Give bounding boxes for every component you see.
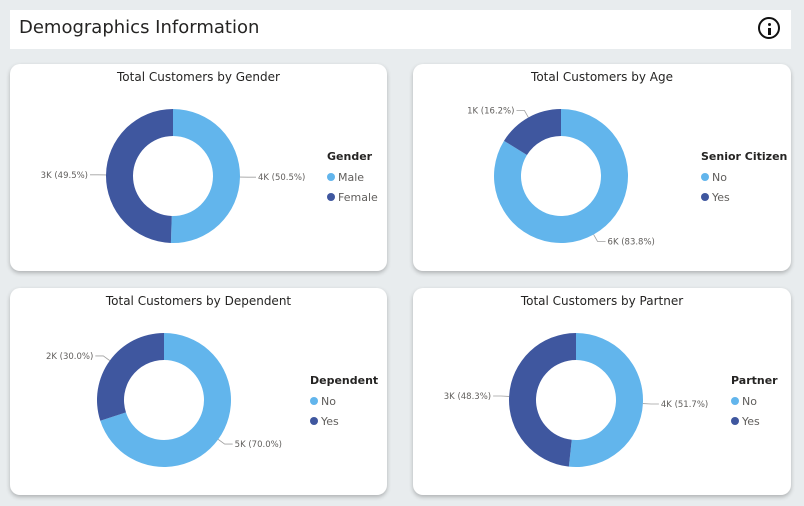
donut-slice-male[interactable] — [170, 109, 241, 244]
donut-slice-yes[interactable] — [97, 333, 164, 421]
legend-dot-icon — [701, 193, 709, 201]
card-partner: Total Customers by Partner 4K (51.7%) 3K … — [413, 288, 791, 495]
data-label: 3K (48.3%) — [444, 392, 491, 402]
legend-dot-icon — [327, 173, 335, 181]
data-label: 4K (50.5%) — [258, 173, 305, 183]
card-dependent: Total Customers by Dependent 5K (70.0%) 2… — [10, 288, 387, 495]
leader-line — [593, 234, 606, 242]
legend-dot-icon — [731, 417, 739, 425]
legend-item[interactable]: Yes — [310, 411, 378, 431]
data-label: 4K (51.7%) — [661, 400, 708, 410]
legend-label: No — [321, 394, 336, 408]
legend-label: Male — [338, 170, 365, 184]
leader-line — [217, 439, 233, 445]
legend-dot-icon — [327, 193, 335, 201]
page-title: Demographics Information — [19, 17, 260, 38]
data-label: 6K (83.8%) — [608, 237, 655, 247]
donut-slice-yes[interactable] — [509, 333, 576, 467]
legend-item[interactable]: Female — [327, 187, 378, 207]
donut-slice-female[interactable] — [106, 109, 173, 243]
data-label: 5K (70.0%) — [235, 440, 282, 450]
card-age: Total Customers by Age 6K (83.8%) 1K (16.… — [413, 64, 791, 271]
legend-label: Yes — [712, 190, 730, 204]
legend: Gender Male Female — [327, 150, 378, 207]
legend-label: Female — [338, 190, 378, 204]
legend-item[interactable]: No — [310, 391, 378, 411]
legend-item[interactable]: No — [701, 167, 787, 187]
page-header: Demographics Information — [10, 10, 791, 49]
legend-label: Yes — [321, 414, 339, 428]
legend-item[interactable]: Yes — [731, 411, 778, 431]
legend: Dependent No Yes — [310, 374, 378, 431]
info-icon[interactable] — [758, 17, 780, 39]
legend-title: Senior Citizen — [701, 150, 788, 163]
leader-line — [516, 110, 529, 118]
card-gender: Total Customers by Gender 4K (50.5%) 3K (… — [10, 64, 387, 271]
legend-title: Dependent — [310, 374, 379, 387]
data-label: 2K (30.0%) — [46, 352, 93, 362]
legend: Senior Citizen No Yes — [701, 150, 787, 207]
legend-dot-icon — [731, 397, 739, 405]
donut-slice-no[interactable] — [568, 333, 644, 467]
legend-item[interactable]: Yes — [701, 187, 787, 207]
legend-label: No — [712, 170, 727, 184]
legend-title: Partner — [731, 374, 778, 387]
legend-item[interactable]: Male — [327, 167, 378, 187]
legend-item[interactable]: No — [731, 391, 778, 411]
legend-label: No — [742, 394, 757, 408]
leader-line — [95, 355, 111, 361]
data-label: 1K (16.2%) — [467, 107, 514, 117]
legend: Partner No Yes — [731, 374, 778, 431]
legend-title: Gender — [327, 150, 373, 163]
data-label: 3K (49.5%) — [41, 171, 88, 181]
legend-dot-icon — [310, 417, 318, 425]
legend-dot-icon — [701, 173, 709, 181]
legend-label: Yes — [742, 414, 760, 428]
legend-dot-icon — [310, 397, 318, 405]
